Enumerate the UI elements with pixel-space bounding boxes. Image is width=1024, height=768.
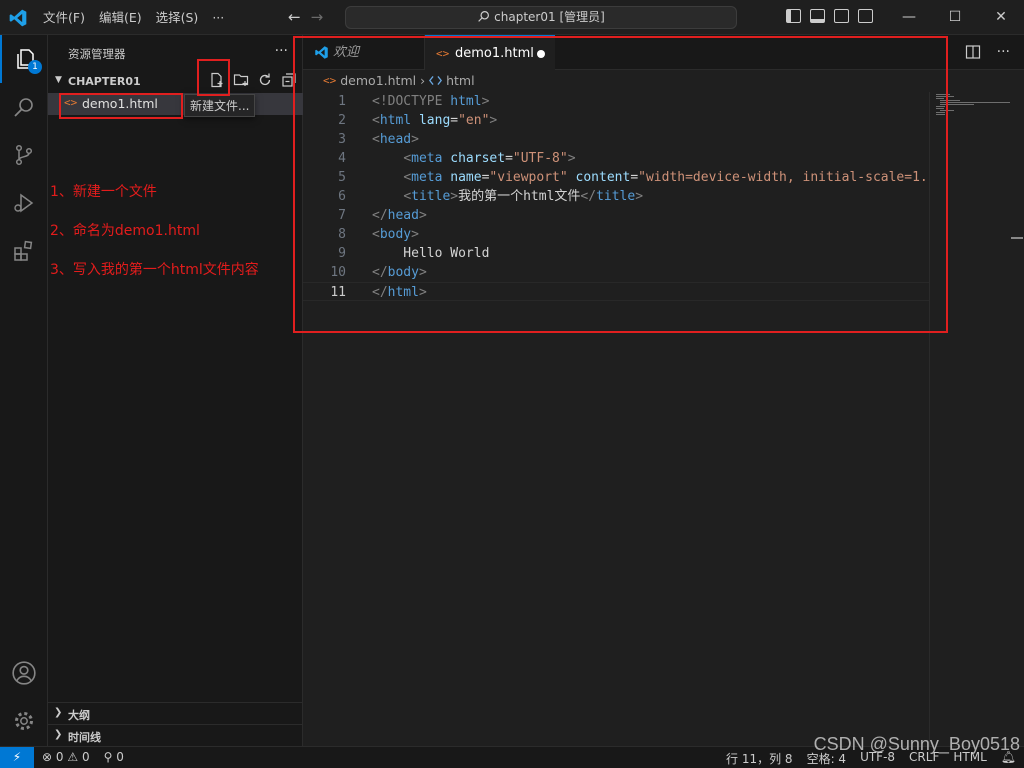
maximize-button[interactable]: ☐ [932,0,978,35]
vscode-logo-icon [9,9,27,27]
timeline-label: 时间线 [68,731,101,744]
search-label: chapter01 [管理员] [494,10,605,24]
minimize-button[interactable]: — [886,0,932,35]
scrollbar-thumb[interactable] [1011,237,1023,239]
activity-bar: 1 [0,35,48,746]
warning-icon: ⚠ [67,750,79,764]
explorer-more-button[interactable]: ··· [275,43,288,59]
toggle-secondary-sidebar-icon[interactable] [834,9,849,23]
ports-count: 0 [116,750,124,764]
new-file-tooltip: 新建文件... [184,94,256,117]
chevron-down-icon: ▼ [55,75,62,85]
broadcast-icon: ⚲ [103,750,113,764]
search-icon [14,98,33,117]
timeline-section[interactable]: ❯ 时间线 [48,724,303,746]
explorer-title: 资源管理器 [68,47,126,61]
refresh-icon [259,73,271,86]
toggle-panel-icon[interactable] [810,9,825,23]
chevron-right-icon: ❯ [54,729,63,740]
explorer-activity[interactable]: 1 [0,35,48,83]
watermark: CSDN @Sunny_Boy0518 [813,734,1020,754]
explorer-badge: 1 [28,60,42,74]
toggle-primary-sidebar-icon[interactable] [786,9,801,23]
more-actions-icon[interactable]: ··· [997,44,1010,60]
account-icon [12,661,36,685]
manage-activity[interactable] [0,697,48,745]
split-editor-icon[interactable] [965,44,981,60]
new-folder-icon [233,74,249,86]
run-debug-icon [14,193,34,213]
outline-label: 大纲 [68,709,90,722]
source-control-icon [15,144,33,166]
menu-bar: 文件(F) 编辑(E) 选择(S) ··· [36,9,231,27]
run-debug-activity[interactable] [0,179,48,227]
accounts-activity[interactable] [0,649,48,697]
menu-more[interactable]: ··· [205,9,231,27]
close-button[interactable]: ✕ [978,0,1024,35]
outline-section[interactable]: ❯ 大纲 [48,702,303,724]
remote-indicator[interactable]: ⚡ [0,747,34,768]
cursor-position[interactable]: 行 11，列 8 [726,750,793,767]
search-activity[interactable] [0,83,48,131]
error-count: 0 [55,750,64,764]
annotation-step-3: 3、写入我的第一个html文件内容 [50,262,259,278]
annotation-step-2: 2、命名为demo1.html [50,223,200,239]
ports-indicator[interactable]: ⚲ 0 [104,750,124,764]
annotation-step-1: 1、新建一个文件 [50,184,157,200]
new-folder-button[interactable] [232,71,250,89]
gear-icon [15,712,33,730]
new-file-highlight-box [197,59,230,96]
back-arrow-icon[interactable]: ← [288,8,301,26]
menu-edit[interactable]: 编辑(E) [92,9,149,27]
extensions-icon [14,240,33,261]
vertical-scrollbar[interactable] [1009,92,1023,746]
command-center-search[interactable]: chapter01 [管理员] [345,6,737,29]
file-highlight-box [59,93,183,119]
editor-highlight-box [293,36,948,333]
problems-indicator[interactable]: ⊗ 0 ⚠ 0 [42,750,90,764]
warning-count: 0 [81,750,90,764]
title-bar: 文件(F) 编辑(E) 选择(S) ··· ← → chapter01 [管理员… [0,0,1024,35]
extensions-activity[interactable] [0,227,48,275]
search-icon [478,11,490,22]
menu-selection[interactable]: 选择(S) [149,9,206,27]
source-control-activity[interactable] [0,131,48,179]
explorer-sidebar: 资源管理器 ··· ▼ CHAPTER01 <> demo1.html 新建文件… [48,35,303,746]
refresh-button[interactable] [256,71,274,89]
error-icon: ⊗ [42,750,53,764]
customize-layout-icon[interactable] [858,9,873,23]
chevron-right-icon: ❯ [54,707,63,718]
menu-file[interactable]: 文件(F) [36,9,92,27]
forward-arrow-icon[interactable]: → [311,8,324,26]
folder-name: CHAPTER01 [68,75,141,88]
